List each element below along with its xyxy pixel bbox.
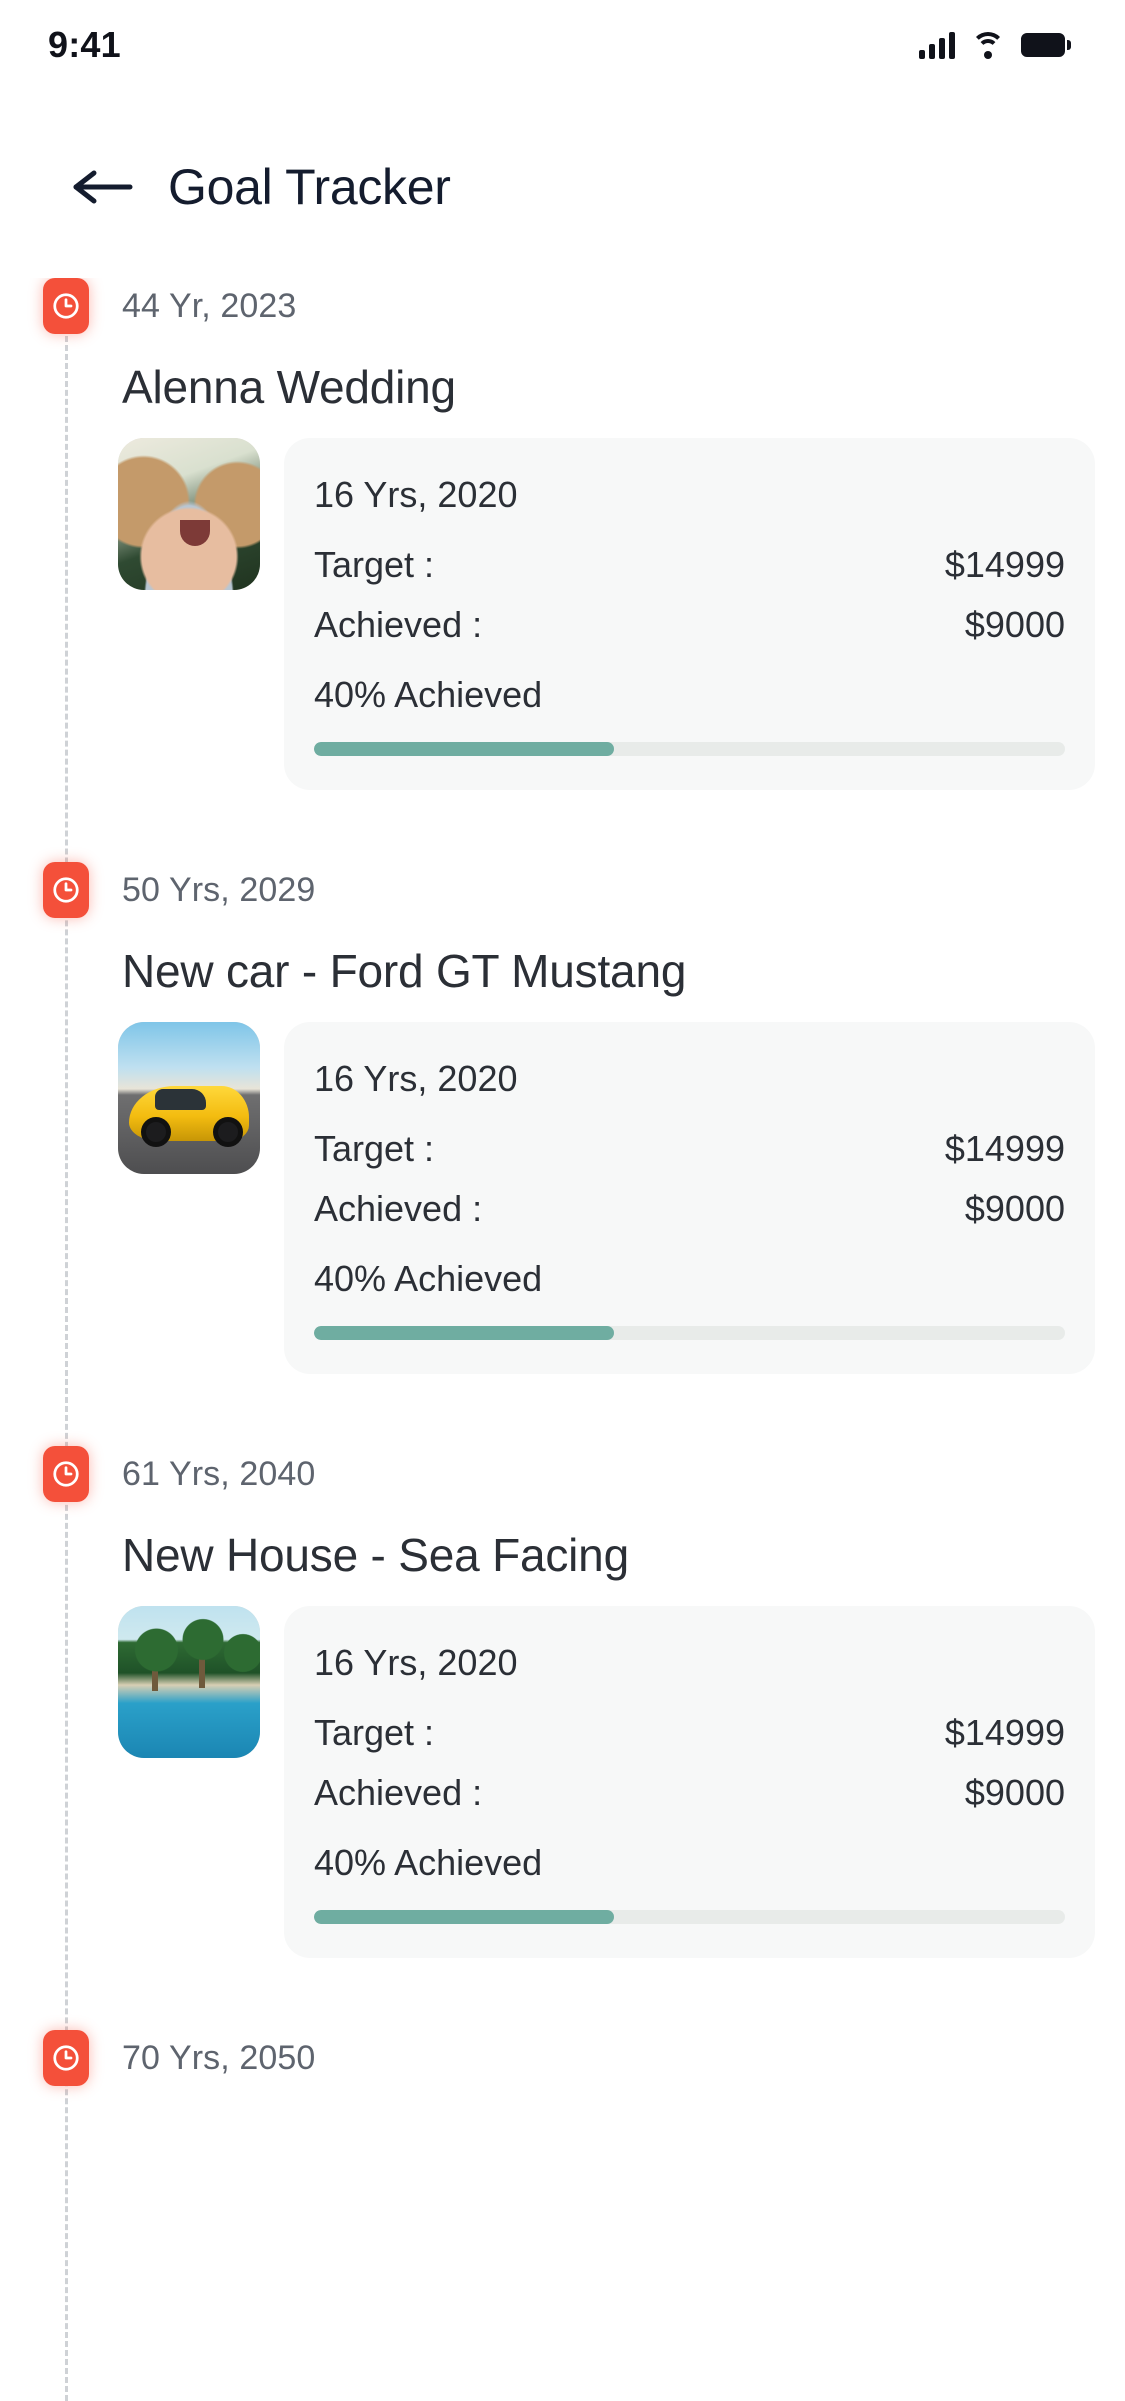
timeline-entry-title: New House - Sea Facing (122, 1529, 629, 1581)
goal-target-row: Target : $14999 (314, 544, 1065, 586)
goal-target-row: Target : $14999 (314, 1712, 1065, 1754)
goal-achieved-value: $9000 (964, 1188, 1065, 1229)
goal-achieved-row: Achieved : $9000 (314, 604, 1065, 646)
timeline-entry-header: 50 Yrs, 2029 (0, 862, 1125, 918)
goal-percent-label: 40% Achieved (314, 674, 543, 715)
goal-timeline[interactable]: 44 Yr, 2023 Alenna Wedding 16 Yrs, 2020 … (0, 278, 1125, 2401)
timeline-entry-body: 16 Yrs, 2020 Target : $14999 Achieved : … (0, 1022, 1125, 1374)
status-bar-time: 9:41 (48, 24, 121, 65)
timeline-entry[interactable]: 50 Yrs, 2029 New car - Ford GT Mustang 1… (0, 862, 1125, 1374)
goal-progress-fill (314, 742, 615, 756)
goal-achieved-value: $9000 (964, 604, 1065, 645)
goal-card-date: 16 Yrs, 2020 (314, 1642, 518, 1683)
goal-card[interactable]: 16 Yrs, 2020 Target : $14999 Achieved : … (284, 1022, 1095, 1374)
goal-tracker-screen: 9:41 Goal Tracker 44 Yr, 2023 Alenna Wed… (0, 0, 1125, 2401)
timeline-entry-body: 16 Yrs, 2020 Target : $14999 Achieved : … (0, 1606, 1125, 1958)
app-bar: Goal Tracker (0, 132, 1125, 242)
timeline-entry-header: 44 Yr, 2023 (0, 278, 1125, 334)
goal-achieved-label: Achieved : (314, 1772, 483, 1813)
goal-percent-label: 40% Achieved (314, 1258, 543, 1299)
goal-achieved-label: Achieved : (314, 604, 483, 645)
goal-progress-bar (314, 1326, 1065, 1340)
status-bar-icons (919, 31, 1071, 59)
goal-card-date: 16 Yrs, 2020 (314, 1058, 518, 1099)
timeline-entry-title: Alenna Wedding (122, 361, 456, 413)
goal-percent-label: 40% Achieved (314, 1842, 543, 1883)
goal-target-label: Target : (314, 1712, 435, 1753)
timeline-entry-age: 50 Yrs, 2029 (122, 870, 316, 909)
goal-progress-fill (314, 1326, 615, 1340)
timeline-entry-age: 61 Yrs, 2040 (122, 1454, 316, 1493)
goal-target-label: Target : (314, 1128, 435, 1169)
timeline-spacer (0, 1374, 1125, 1446)
timeline-entry-body: 16 Yrs, 2020 Target : $14999 Achieved : … (0, 438, 1125, 790)
goal-progress-bar (314, 742, 1065, 756)
goal-thumbnail[interactable] (118, 1606, 260, 1758)
cellular-signal-icon (919, 31, 955, 59)
clock-icon (43, 278, 89, 334)
clock-icon (43, 1446, 89, 1502)
arrow-left-icon (73, 170, 133, 204)
goal-target-label: Target : (314, 544, 435, 585)
timeline-entry[interactable]: 70 Yrs, 2050 (0, 2030, 1125, 2086)
goal-target-value: $14999 (944, 1128, 1065, 1169)
timeline-entry[interactable]: 44 Yr, 2023 Alenna Wedding 16 Yrs, 2020 … (0, 278, 1125, 790)
wifi-icon (971, 32, 1005, 59)
goal-card-date: 16 Yrs, 2020 (314, 474, 518, 515)
timeline-spacer (0, 790, 1125, 862)
goal-progress-bar (314, 1910, 1065, 1924)
timeline-entry[interactable]: 61 Yrs, 2040 New House - Sea Facing 16 Y… (0, 1446, 1125, 1958)
goal-card[interactable]: 16 Yrs, 2020 Target : $14999 Achieved : … (284, 438, 1095, 790)
status-bar: 9:41 (0, 0, 1125, 90)
clock-icon (43, 862, 89, 918)
timeline-entry-age: 44 Yr, 2023 (122, 286, 297, 325)
goal-card[interactable]: 16 Yrs, 2020 Target : $14999 Achieved : … (284, 1606, 1095, 1958)
goal-thumbnail[interactable] (118, 1022, 260, 1174)
timeline-entry-title: New car - Ford GT Mustang (122, 945, 687, 997)
goal-progress-fill (314, 1910, 615, 1924)
timeline-entry-age: 70 Yrs, 2050 (122, 2038, 316, 2077)
goal-achieved-label: Achieved : (314, 1188, 483, 1229)
goal-achieved-value: $9000 (964, 1772, 1065, 1813)
clock-icon (43, 2030, 89, 2086)
goal-achieved-row: Achieved : $9000 (314, 1772, 1065, 1814)
page-title: Goal Tracker (168, 159, 451, 215)
goal-thumbnail[interactable] (118, 438, 260, 590)
battery-icon (1021, 32, 1071, 58)
timeline-entry-header: 70 Yrs, 2050 (0, 2030, 1125, 2086)
timeline-spacer (0, 1958, 1125, 2030)
goal-achieved-row: Achieved : $9000 (314, 1188, 1065, 1230)
back-button[interactable] (72, 157, 144, 217)
timeline-entry-header: 61 Yrs, 2040 (0, 1446, 1125, 1502)
goal-target-value: $14999 (944, 1712, 1065, 1753)
goal-target-value: $14999 (944, 544, 1065, 585)
goal-target-row: Target : $14999 (314, 1128, 1065, 1170)
